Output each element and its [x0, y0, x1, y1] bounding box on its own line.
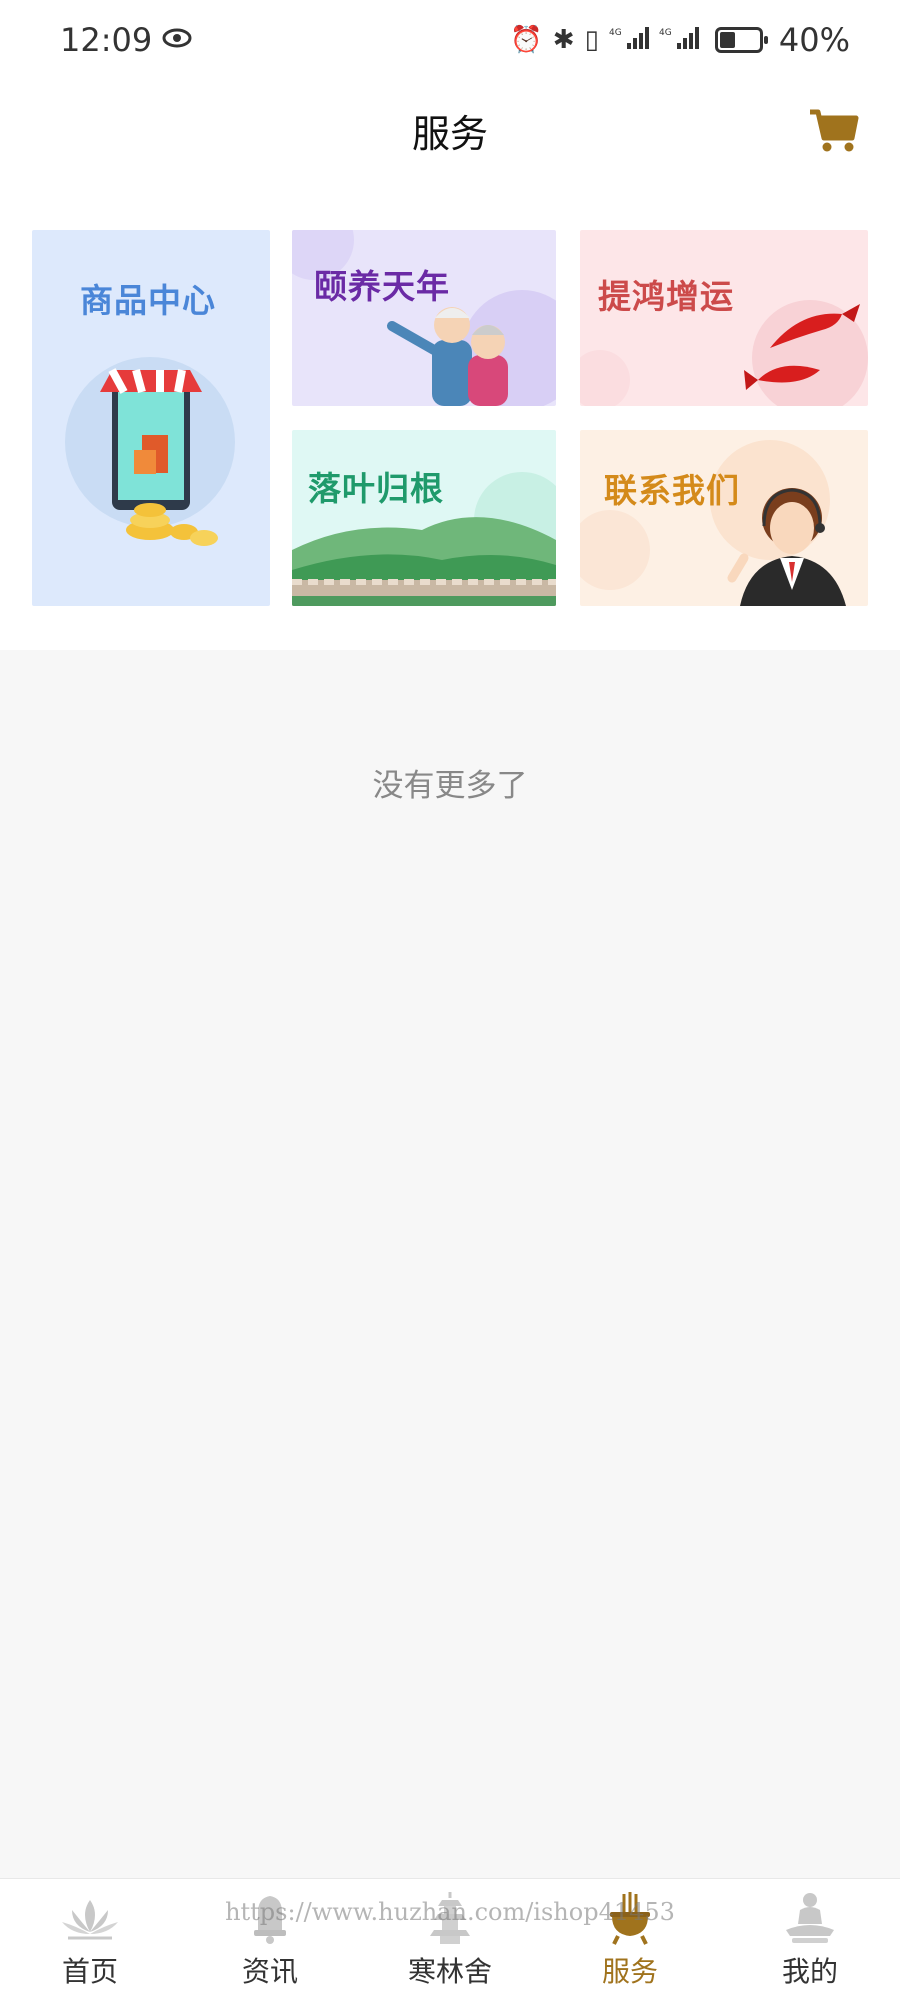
vibrate-icon: ▯: [584, 25, 599, 55]
svg-text:4G: 4G: [609, 28, 622, 38]
pagoda-icon: [430, 1892, 470, 1944]
service-label: 颐养天年: [314, 267, 450, 306]
eye-icon: [162, 25, 192, 55]
service-card-return-home[interactable]: 落叶归根: [292, 430, 556, 606]
storefront-phone-icon: [65, 357, 235, 546]
header: 服务: [0, 80, 900, 180]
signal-icon-2: 4G: [659, 21, 699, 59]
service-label: 提鸿增运: [598, 277, 734, 316]
elderly-couple-illustration: [292, 230, 556, 406]
svg-text:4G: 4G: [659, 28, 672, 38]
clock: 12:09: [60, 21, 153, 59]
no-more-text: 没有更多了: [372, 768, 528, 804]
battery-icon: [714, 27, 768, 53]
battery-percent: 40%: [778, 21, 850, 59]
lotus-icon: [62, 1900, 118, 1940]
tab-label: 我的: [781, 1955, 838, 1988]
green-hills-illustration: [292, 472, 556, 606]
tab-news[interactable]: 资讯: [180, 1879, 360, 2000]
bluetooth-icon: ✱: [552, 25, 575, 55]
status-bar: 12:09 ⏰ ✱ ▯ 4G 4G 40%: [0, 0, 900, 80]
tab-label: 资讯: [241, 1955, 298, 1988]
service-card-shop[interactable]: 商品中心: [32, 230, 270, 606]
bottom-tab-bar: 首页 资讯 寒林舍 服务 我的: [0, 1878, 900, 2000]
customer-service-illustration: [580, 440, 846, 606]
service-label: 联系我们: [604, 471, 740, 510]
page-title: 服务: [411, 111, 488, 156]
tab-label: 寒林舍: [407, 1955, 492, 1988]
service-card-elderly-care[interactable]: 颐养天年: [292, 230, 556, 406]
signal-icon: 4G: [609, 21, 649, 59]
service-card-contact[interactable]: 联系我们: [580, 430, 868, 606]
service-card-fortune[interactable]: 提鸿增运: [580, 230, 868, 406]
alarm-icon: ⏰: [510, 25, 543, 55]
service-grid: 商品中心 颐养天年 提鸿增运 落叶归根 联系我们: [0, 180, 900, 650]
cart-icon[interactable]: [806, 102, 862, 158]
koi-fish-illustration: [580, 300, 868, 406]
service-label: 落叶归根: [308, 469, 444, 508]
tab-mine[interactable]: 我的: [720, 1879, 900, 2000]
tab-services[interactable]: 服务: [540, 1879, 720, 2000]
buddha-icon: [786, 1893, 834, 1943]
bell-icon: [254, 1896, 286, 1944]
incense-burner-icon: [610, 1892, 650, 1945]
tab-label: 首页: [61, 1955, 118, 1988]
tab-hanlinshe[interactable]: 寒林舍: [360, 1879, 540, 2000]
tab-label: 服务: [601, 1955, 658, 1988]
tab-home[interactable]: 首页: [0, 1879, 180, 2000]
